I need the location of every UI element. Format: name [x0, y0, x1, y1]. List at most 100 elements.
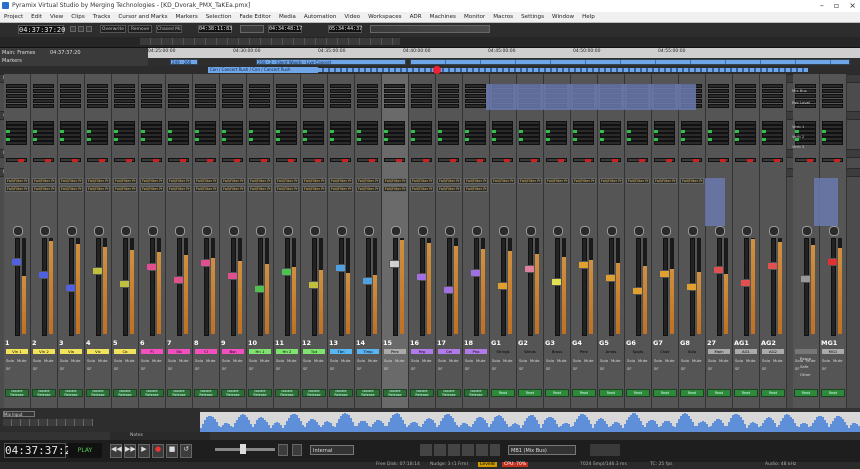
fader-cap[interactable] [308, 281, 319, 289]
sf-button[interactable]: SF [519, 366, 524, 371]
mute-button[interactable]: Mute [395, 358, 405, 363]
fader-track[interactable] [177, 238, 182, 336]
pan-knob[interactable] [580, 226, 590, 236]
bus-slot[interactable] [276, 104, 297, 108]
menu-item-fade-editor[interactable]: Fade Editor [240, 14, 271, 20]
insert-plugin[interactable]: Fall/Filter Pr [383, 186, 407, 192]
menu-item-adr[interactable]: ADR [410, 14, 422, 20]
bus-slot[interactable] [249, 104, 270, 108]
bus-slot[interactable] [6, 84, 27, 88]
channel-strip[interactable]: Fall/Filter Pr G2 Winds Solo Mute SF Read [517, 74, 544, 408]
strip-color-badge[interactable]: Vln 1 [6, 349, 28, 354]
fader-cap[interactable] [38, 271, 49, 279]
notes-tab[interactable]: Notes [110, 432, 210, 440]
fader-track[interactable] [609, 238, 614, 336]
fader-track[interactable] [771, 238, 776, 336]
transport-extra-button[interactable] [292, 444, 302, 456]
sf-button[interactable]: SF [681, 366, 686, 371]
isolate-release-button[interactable]: Isolate Release [194, 389, 218, 397]
channel-strip[interactable]: Fall/Filter Pr G4 Perc Solo Mute SF Read [571, 74, 598, 408]
insert-plugin[interactable]: Fall/Filter Pr [626, 178, 650, 184]
sf-button[interactable]: SF [384, 366, 389, 371]
bus-slot[interactable] [114, 84, 135, 88]
menu-item-cursor-marks[interactable]: Cursor and Marks [118, 14, 167, 20]
isolate-release-button[interactable]: Isolate Release [464, 389, 488, 397]
channel-strip[interactable]: Fall/Filter Pr Fall/Filter Pr 4 Vlc Solo Mute… [85, 74, 112, 408]
fader-cap[interactable] [335, 264, 346, 272]
bus-label[interactable]: Mix Bus [792, 88, 807, 93]
bus-slot[interactable] [303, 89, 324, 93]
strip-color-badge[interactable]: AG2 [762, 349, 784, 354]
sf-button[interactable]: SF [276, 366, 281, 371]
insert-plugin[interactable]: Fall/Filter Pr [275, 178, 299, 184]
bus-slot[interactable] [735, 84, 756, 88]
bus-slot[interactable] [330, 104, 351, 108]
pan-knob[interactable] [94, 226, 104, 236]
bus-slot[interactable] [60, 89, 81, 93]
no-input-field[interactable]: Mix Input [3, 411, 35, 417]
monitor-dial[interactable] [590, 444, 620, 456]
solo-button[interactable]: Solo [60, 358, 68, 363]
insert-plugin[interactable]: Fall/Filter Pr [356, 186, 380, 192]
bus-slot[interactable] [822, 94, 843, 98]
bus-slot[interactable] [114, 99, 135, 103]
channel-strip[interactable]: Fall/Filter Pr G5 Ambs Solo Mute SF Read [598, 74, 625, 408]
mute-button[interactable]: Mute [98, 358, 108, 363]
insert-plugin[interactable]: Fall/Filter Pr [572, 178, 596, 184]
pan-knob[interactable] [13, 226, 23, 236]
sf-button[interactable]: SF [60, 366, 65, 371]
bus-slot[interactable] [411, 89, 432, 93]
insert-plugin[interactable]: Fall/Filter Pr [86, 186, 110, 192]
insert-plugin[interactable]: Fall/Filter Pr [545, 178, 569, 184]
solo-button[interactable]: Solo [87, 358, 95, 363]
fader-cap[interactable] [470, 269, 481, 277]
bus-slot[interactable] [168, 99, 189, 103]
strip-color-badge[interactable]: Vln 2 [33, 349, 55, 354]
sf-button[interactable]: SF [330, 366, 335, 371]
bus-slot[interactable] [60, 99, 81, 103]
fader-cap[interactable] [578, 261, 589, 269]
menu-item-macros[interactable]: Macros [493, 14, 513, 20]
bus-slot[interactable] [465, 104, 486, 108]
pan-knob[interactable] [829, 226, 839, 236]
aux-slot[interactable] [6, 141, 27, 145]
transport-button[interactable] [86, 26, 92, 32]
fader-cap[interactable] [605, 274, 616, 282]
bus-slot[interactable] [735, 104, 756, 108]
solo-button[interactable]: Solo [762, 358, 770, 363]
read-button[interactable]: Read [653, 389, 677, 397]
strip-color-badge[interactable]: Vlc [87, 349, 109, 354]
fader-track[interactable] [744, 238, 749, 336]
aux-slot[interactable] [654, 141, 675, 145]
remove-chip[interactable]: Remove [128, 25, 152, 33]
sf-button[interactable]: SF [33, 366, 38, 371]
mute-button[interactable]: Mute [260, 358, 270, 363]
sf-button[interactable]: SF [762, 366, 767, 371]
bus-slot[interactable] [708, 104, 729, 108]
sf-button[interactable]: SF [627, 366, 632, 371]
bus-slot[interactable] [411, 84, 432, 88]
strip-color-badge[interactable]: Hrp [411, 349, 433, 354]
insert-plugin[interactable]: Fall/Filter Pr [437, 186, 461, 192]
aux-slot[interactable] [600, 141, 621, 145]
read-button[interactable]: Read [761, 389, 785, 397]
menu-item-edit[interactable]: Edit [31, 14, 42, 20]
bus-slot[interactable] [222, 104, 243, 108]
insert-plugin[interactable]: Fall/Filter Pr [302, 178, 326, 184]
insert-plugin[interactable]: Fall/Filter Pr [140, 186, 164, 192]
mute-button[interactable]: Mute [152, 358, 162, 363]
mute-button[interactable]: Mute [503, 358, 513, 363]
bus-slot[interactable] [87, 104, 108, 108]
bus-slot[interactable] [222, 99, 243, 103]
bus-slot[interactable] [222, 89, 243, 93]
insert-plugin[interactable]: Fall/Filter Pr [194, 178, 218, 184]
insert-plugin[interactable]: Fall/Filter Pr [59, 186, 83, 192]
bus-label[interactable]: Verb 3 [792, 144, 804, 149]
fader-track[interactable] [150, 238, 155, 336]
solo-button[interactable]: Solo [222, 358, 230, 363]
fader-cap[interactable] [659, 270, 670, 278]
fader-track[interactable] [555, 238, 560, 336]
solo-button[interactable]: Solo [249, 358, 257, 363]
fader-cap[interactable] [632, 287, 643, 295]
pan-knob[interactable] [526, 226, 536, 236]
